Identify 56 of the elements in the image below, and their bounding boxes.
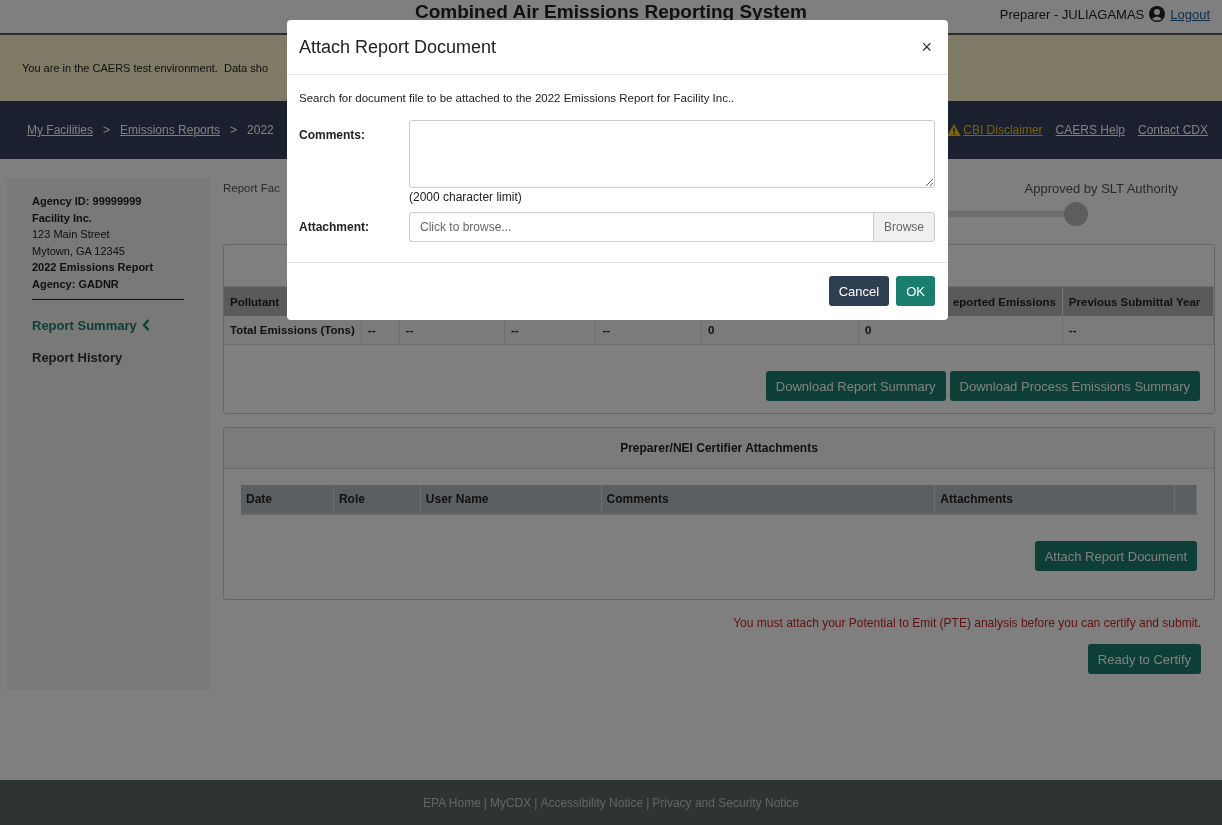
user-icon: [1149, 6, 1166, 22]
attachment-field[interactable]: Click to browse...: [409, 212, 873, 242]
dialog-button[interactable]: Cancel: [828, 276, 890, 306]
column-header: User Name: [420, 485, 602, 513]
footer-separator: |: [483, 795, 487, 810]
sidebar-item[interactable]: Report Summary: [32, 317, 150, 333]
dialog-description: Search for document file to be attached to the 2022 Emissions Report for Facility Inc..: [299, 92, 736, 104]
dialog-title: Attach Report Document: [299, 36, 497, 58]
table-cell: --: [1062, 316, 1214, 345]
close-button[interactable]: ×: [915, 34, 938, 60]
card-header: Preparer/NEI Certifier Attachments: [224, 428, 1214, 469]
progress-step-label: Approved by SLT Authority: [1024, 181, 1178, 196]
nav-link[interactable]: Contact CDX: [1137, 123, 1208, 137]
attach-report-button[interactable]: Attach Report Document: [1034, 541, 1197, 571]
attachment-label: Attachment:: [299, 220, 370, 234]
breadcrumb-separator: >: [230, 123, 238, 137]
dialog-button[interactable]: OK: [896, 276, 935, 306]
table-cell: Total Emissions (Tons): [224, 316, 362, 345]
facility-detail: 2022 Emissions Report: [32, 260, 155, 276]
facility-detail: Agency ID: 99999999: [32, 194, 143, 209]
breadcrumb-current: 2022: [247, 123, 274, 137]
breadcrumb-link[interactable]: Emissions Reports: [120, 123, 221, 137]
footer-separator: |: [534, 795, 538, 810]
user-role: Preparer - JULIAGAMAS: [999, 6, 1145, 22]
breadcrumb-link[interactable]: My Facilities: [27, 123, 93, 137]
download-button[interactable]: Download Process Emissions Summary: [949, 371, 1200, 401]
table-cell: 0: [859, 316, 1063, 345]
column-header: [1175, 485, 1197, 513]
comments-field[interactable]: [409, 120, 935, 188]
banner-text: You are in the CAERS test environment. Data sho: [22, 62, 268, 74]
column-header: Date: [241, 485, 334, 513]
column-header: Attachments: [935, 485, 1175, 513]
browse-button[interactable]: Browse: [873, 212, 935, 242]
facility-detail: Mytown, GA 12345: [32, 243, 126, 259]
breadcrumb-separator: >: [103, 123, 111, 137]
warning-icon: [947, 124, 962, 136]
warning-message: You must attach your Potential to Emit (PTE) analysis before you can certify and submit.: [733, 616, 1201, 630]
ready-to-certify-button[interactable]: Ready to Certify: [1087, 644, 1201, 674]
page-heading: Report Fac: [223, 182, 280, 196]
sidebar-item[interactable]: Report History: [32, 349, 123, 365]
footer-separator: |: [646, 795, 650, 810]
facility-detail: 123 Main Street: [32, 227, 111, 243]
progress-step-dot: [1064, 202, 1088, 226]
site-title: Combined Air Emissions Reporting System: [414, 0, 807, 23]
column-header: Role: [333, 485, 421, 513]
facility-detail: Agency: GADNR: [32, 276, 120, 292]
cbi-disclaimer-link[interactable]: CBI Disclaimer: [963, 123, 1043, 137]
logout-link[interactable]: Logout: [1170, 6, 1210, 22]
nav-link[interactable]: CAERS Help: [1055, 123, 1125, 137]
comments-label: Comments:: [299, 127, 366, 144]
chevron-left-icon: [141, 319, 150, 332]
character-limit-hint: (2000 character limit): [409, 190, 523, 204]
column-header: Previous Submittal Year: [1062, 287, 1214, 316]
facility-detail: Facility Inc.: [32, 210, 93, 226]
download-button[interactable]: Download Report Summary: [765, 371, 946, 401]
column-header: Comments: [601, 485, 936, 513]
